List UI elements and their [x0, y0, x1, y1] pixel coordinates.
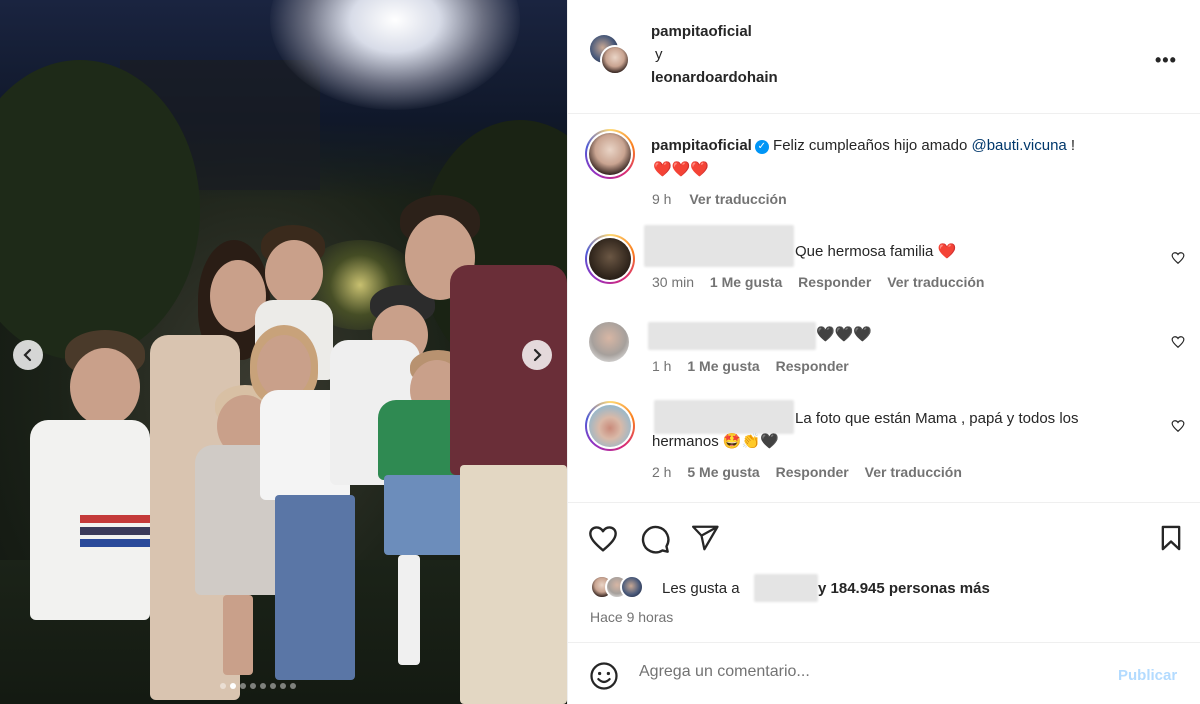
publish-button[interactable]: Publicar	[1118, 667, 1177, 684]
comment-1-text-line: Que hermosa familia ❤️	[795, 242, 956, 260]
post-panel: pampitaoficial y leonardoardohain ••• pa…	[567, 0, 1200, 704]
photo-man	[400, 195, 567, 704]
carousel-dot	[290, 683, 296, 689]
chevron-right-icon	[533, 348, 542, 362]
comment-bar: Publicar	[568, 642, 1200, 704]
carousel-dot	[270, 683, 276, 689]
carousel-dot	[250, 683, 256, 689]
comment-1-like-icon[interactable]	[1171, 251, 1185, 265]
caption-time[interactable]: 9 h	[652, 191, 671, 207]
comment-2-likes[interactable]: 1 Me gusta	[687, 358, 759, 374]
caption-translate[interactable]: Ver traducción	[689, 191, 786, 207]
likes-prefix: Les gusta a	[662, 580, 740, 597]
caption-text: Feliz cumpleaños hijo amado	[773, 137, 972, 154]
carousel-next-button[interactable]	[522, 340, 552, 370]
comment-2-reply[interactable]: Responder	[776, 358, 849, 374]
carousel-dots	[220, 683, 296, 689]
carousel-prev-button[interactable]	[13, 340, 43, 370]
comment-3-like-icon[interactable]	[1171, 419, 1185, 433]
carousel-dot-active	[230, 683, 236, 689]
comment-3-likes[interactable]: 5 Me gusta	[687, 464, 759, 480]
comment-2-time[interactable]: 1 h	[652, 358, 671, 374]
carousel-dot	[220, 683, 226, 689]
comment-icon[interactable]	[639, 523, 671, 555]
caption-end: !	[1066, 137, 1076, 154]
emoji-icon[interactable]	[589, 661, 619, 691]
collab-avatar-2[interactable]	[600, 45, 630, 75]
liked-by-avatar	[620, 575, 644, 599]
comment-1-time[interactable]: 30 min	[652, 274, 694, 290]
comment-1-reply[interactable]: Responder	[798, 274, 871, 290]
comment-1-text: Que hermosa familia	[795, 243, 934, 260]
comment-1-meta: 30 min 1 Me gusta Responder Ver traducci…	[652, 274, 984, 290]
post-photo[interactable]	[0, 0, 567, 704]
caption-meta: 9 h Ver traducción	[652, 191, 787, 207]
verified-badge-icon: ✓	[754, 140, 769, 154]
comment-3-time[interactable]: 2 h	[652, 464, 671, 480]
caption-avatar[interactable]	[585, 129, 635, 179]
comment-3-avatar[interactable]	[585, 401, 635, 451]
likes-count[interactable]: y 184.945 personas más	[818, 580, 990, 597]
likes-line: Les gusta a	[662, 580, 740, 597]
carousel-dot	[260, 683, 266, 689]
comment-3-translate[interactable]: Ver traducción	[865, 464, 962, 480]
comment-2-like-icon[interactable]	[1171, 335, 1185, 349]
post-actions: Les gusta a y 184.945 personas más Hace …	[568, 502, 1200, 642]
caption-line: pampitaoficial ✓ Feliz cumpleaños hijo am…	[651, 137, 1075, 154]
more-horizontal-icon[interactable]: •••	[1155, 50, 1177, 71]
photo-boy-left	[20, 330, 160, 704]
carousel-dot	[280, 683, 286, 689]
carousel-dot	[240, 683, 246, 689]
comment-2-meta: 1 h 1 Me gusta Responder	[652, 358, 849, 374]
comment-1-emoji: ❤️	[937, 243, 957, 260]
chevron-left-icon	[23, 348, 32, 362]
comment-input[interactable]	[639, 663, 1099, 681]
header-connector: y	[655, 46, 663, 63]
heart-icon[interactable]	[587, 523, 619, 555]
comment-3-text: La foto que están Mama , papá y todos lo…	[795, 410, 1079, 427]
post-header: pampitaoficial y leonardoardohain •••	[568, 0, 1200, 114]
comment-3-reply[interactable]: Responder	[776, 464, 849, 480]
post-age[interactable]: Hace 9 horas	[590, 609, 673, 625]
comment-2-username-redacted	[648, 322, 816, 350]
comment-3-meta: 2 h 5 Me gusta Responder Ver traducción	[652, 464, 962, 480]
caption-username[interactable]: pampitaoficial	[651, 137, 752, 154]
comment-2-avatar[interactable]	[589, 322, 629, 362]
header-username-2[interactable]: leonardoardohain	[651, 69, 778, 86]
bookmark-icon[interactable]	[1157, 523, 1185, 553]
liked-by-avatars[interactable]	[590, 575, 660, 601]
comment-3-username-redacted	[654, 400, 794, 434]
comment-1-likes[interactable]: 1 Me gusta	[710, 274, 782, 290]
comment-1-username-redacted	[644, 225, 794, 267]
likes-username-redacted	[754, 574, 818, 602]
send-icon[interactable]	[690, 523, 720, 553]
caption-hearts: ❤️❤️❤️	[653, 161, 710, 178]
header-username-1[interactable]: pampitaoficial	[651, 23, 752, 40]
comment-1-translate[interactable]: Ver traducción	[887, 274, 984, 290]
comment-3-text-2: hermanos 🤩👏🖤	[652, 433, 779, 450]
caption-mention[interactable]: @bauti.vicuna	[971, 137, 1066, 154]
comment-2-text: 🖤🖤🖤	[816, 326, 873, 343]
comment-1-avatar[interactable]	[585, 234, 635, 284]
